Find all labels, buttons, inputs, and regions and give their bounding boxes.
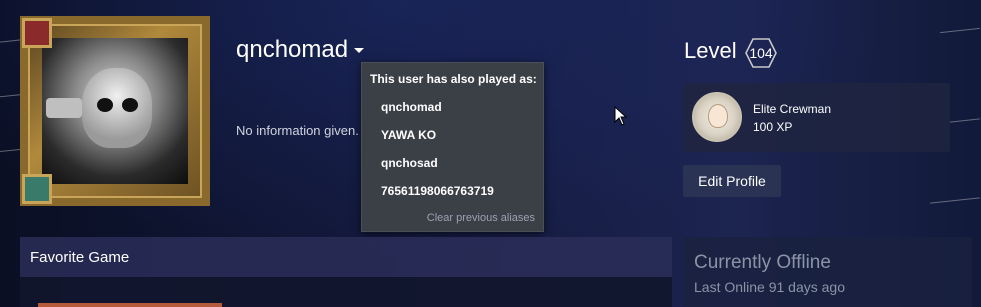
skull-eye <box>97 98 113 112</box>
profile-summary: No information given. <box>236 123 359 138</box>
skull-graphic <box>82 68 152 148</box>
alias-popup-title: This user has also played as: <box>370 72 537 86</box>
status-title: Currently Offline <box>694 252 831 273</box>
edit-profile-button[interactable]: Edit Profile <box>683 165 781 197</box>
frame-corner-ornament <box>22 174 52 204</box>
chevron-down-icon <box>354 48 365 54</box>
revolver-graphic <box>46 98 82 118</box>
alias-item: qnchosad <box>381 156 438 170</box>
avatar-image <box>42 38 188 184</box>
badge-xp: 100 XP <box>753 120 793 134</box>
featured-badge[interactable]: Elite Crewman 100 XP <box>683 83 950 152</box>
clear-aliases-link[interactable]: Clear previous aliases <box>427 212 535 224</box>
mouse-cursor-icon <box>614 106 628 126</box>
profile-avatar[interactable] <box>20 16 210 206</box>
favorite-game-content <box>20 277 672 307</box>
favorite-game-header: Favorite Game <box>20 237 672 277</box>
level-badge[interactable]: 104 <box>745 38 777 68</box>
online-status-panel: Currently Offline Last Online 91 days ag… <box>683 237 972 307</box>
persona-name-dropdown[interactable]: qnchomad <box>236 36 365 64</box>
alias-history-popup: This user has also played as: qnchomad Y… <box>361 62 544 232</box>
alias-item: 76561198066763719 <box>381 184 494 198</box>
alias-item: YAWA KO <box>381 128 437 142</box>
crewman-badge-icon <box>692 92 742 142</box>
level-value: 104 <box>749 45 773 61</box>
skull-eye <box>122 98 138 112</box>
alias-item: qnchomad <box>381 100 442 114</box>
last-online-text: Last Online 91 days ago <box>694 279 845 295</box>
dragon-ornament-icon <box>22 18 52 48</box>
persona-name: qnchomad <box>236 36 349 63</box>
favorite-game-title: Favorite Game <box>30 249 130 266</box>
level-label: Level <box>684 38 737 63</box>
badge-name: Elite Crewman <box>753 102 832 116</box>
badge-character <box>708 104 728 128</box>
favorite-game-image[interactable] <box>38 303 222 307</box>
